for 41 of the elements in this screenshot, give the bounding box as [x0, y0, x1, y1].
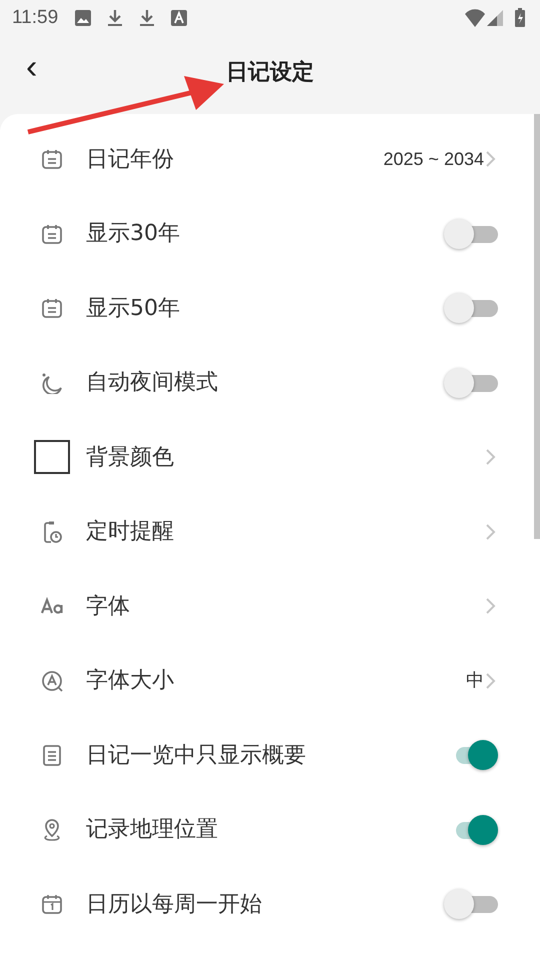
setting-value: 中 — [466, 669, 484, 692]
phone-clock-icon — [41, 520, 63, 543]
signal-icon — [486, 9, 504, 27]
setting-label: 显示50年 — [86, 294, 181, 323]
setting-label: 显示30年 — [86, 220, 181, 248]
download-icon — [106, 9, 124, 27]
setting-label: 记录地理位置 — [86, 816, 219, 844]
setting-label: 背景颜色 — [86, 444, 175, 472]
setting-label: 定时提醒 — [86, 518, 175, 546]
calendar-icon — [41, 893, 63, 916]
page-title: 日记设定 — [226, 58, 314, 86]
chevron-icon — [484, 448, 498, 466]
font-size-icon — [41, 670, 63, 692]
status-time: 11:59 — [12, 6, 58, 30]
image-icon — [74, 9, 92, 27]
setting-label: 自动夜间模式 — [86, 369, 219, 398]
color-swatch[interactable] — [34, 440, 70, 474]
back-button[interactable]: ‹ — [16, 50, 48, 84]
toggle-switch[interactable] — [444, 887, 498, 922]
setting-label: 日记一览中只显示概要 — [86, 742, 307, 770]
setting-value: 2025 ~ 2034 — [383, 148, 484, 171]
chevron-icon — [484, 150, 498, 168]
scrollbar[interactable] — [534, 114, 540, 539]
toggle-switch[interactable] — [444, 291, 498, 326]
list-icon — [41, 744, 63, 766]
moon-icon — [41, 372, 63, 394]
setting-label: 字体 — [86, 592, 131, 621]
download-icon — [138, 9, 156, 27]
setting-label: 日历以每周一开始 — [86, 890, 263, 919]
chevron-icon — [484, 672, 498, 690]
font-icon — [170, 9, 188, 27]
chevron-icon — [484, 522, 498, 541]
battery-icon — [514, 8, 526, 28]
chevron-icon — [484, 597, 498, 616]
toggle-switch[interactable] — [444, 216, 498, 251]
calendar-icon — [41, 148, 63, 170]
setting-label: 字体大小 — [86, 667, 175, 696]
setting-label: 日记年份 — [86, 146, 175, 174]
toggle-switch[interactable] — [444, 366, 498, 400]
calendar-icon — [41, 222, 63, 245]
calendar-icon — [41, 297, 63, 320]
